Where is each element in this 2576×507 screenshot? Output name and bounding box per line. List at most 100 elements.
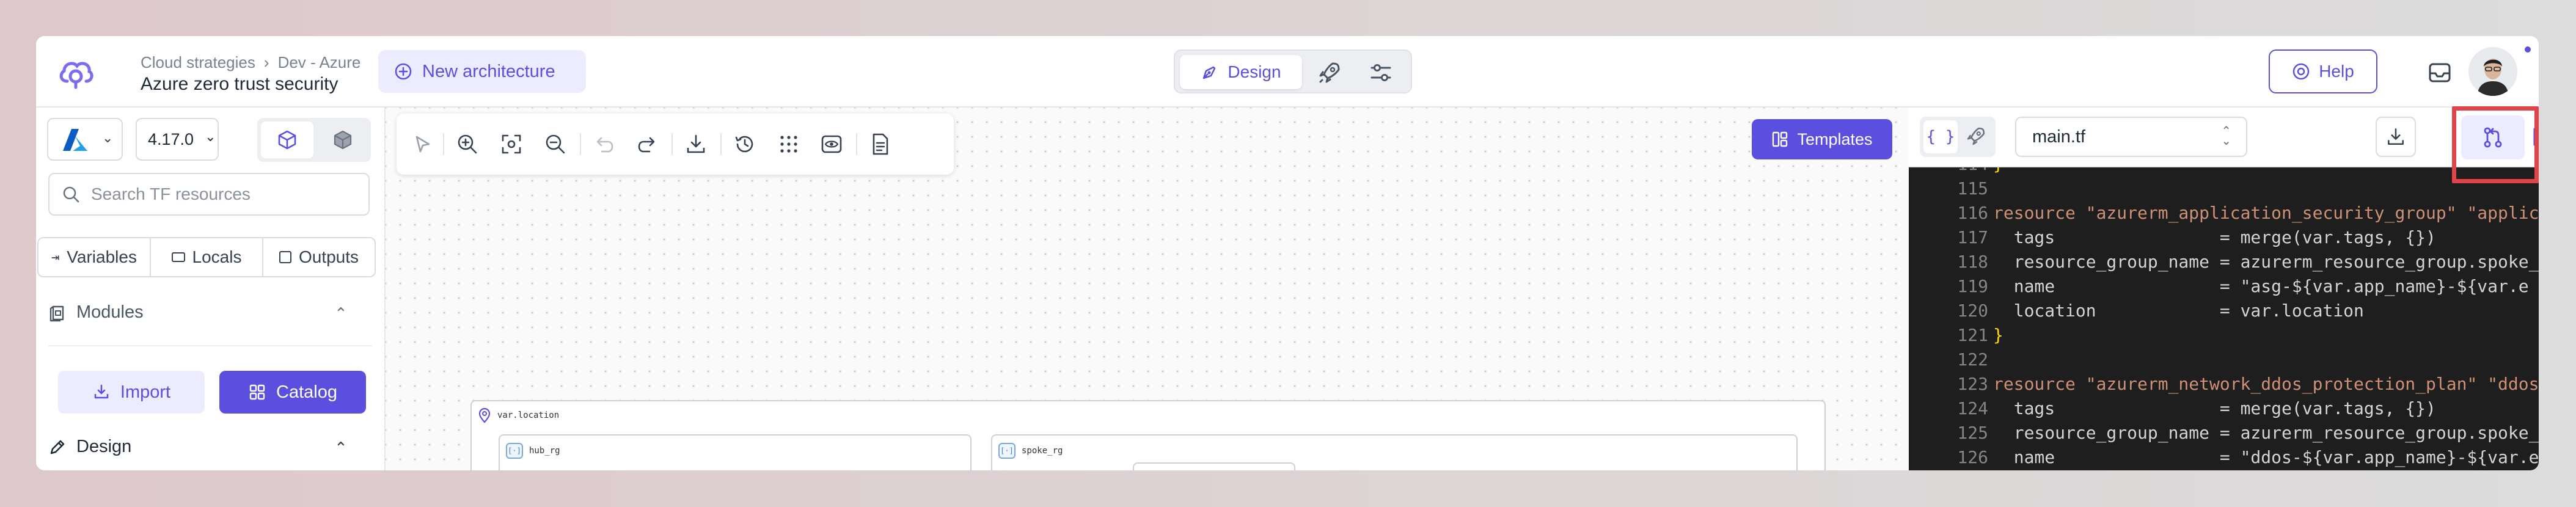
rocket-icon[interactable] (1965, 125, 1987, 150)
location-group-node[interactable]: var.location [·] hub_rg [·] spoke_rg (470, 400, 1826, 470)
diagram-canvas[interactable]: Templates var.location [·] hub_rg [·] sp… (386, 108, 1909, 470)
provider-select[interactable]: ⌄ (47, 118, 123, 161)
resource-group-name: spoke_rg (1022, 446, 1063, 456)
import-icon (94, 384, 109, 399)
settings-sliders-icon[interactable] (1368, 60, 1394, 86)
chevron-up-icon[interactable]: ⌄ (334, 437, 348, 456)
breadcrumb-item[interactable]: Cloud strategies (141, 53, 255, 72)
modules-section-header[interactable]: Modules (48, 302, 144, 323)
templates-button[interactable]: Templates (1752, 119, 1892, 159)
grid-icon (249, 384, 265, 400)
code-braces-icon[interactable]: { } (1923, 120, 1958, 153)
zoom-out-icon[interactable] (543, 132, 568, 156)
cube-solid-button[interactable] (318, 122, 367, 158)
line-number: 125 (1957, 423, 1988, 443)
redo-icon[interactable] (635, 132, 659, 156)
tab-outputs-label: Outputs (298, 247, 359, 266)
app-logo-icon[interactable] (57, 54, 95, 90)
toolbar-divider (443, 133, 444, 155)
resource-group-icon: [·] (998, 443, 1015, 459)
catalog-button[interactable]: Catalog (219, 371, 366, 414)
new-architecture-button[interactable]: New architecture (378, 50, 586, 93)
canvas-toolbar (397, 114, 954, 175)
fit-view-icon[interactable] (499, 132, 524, 156)
pen-tool-icon (1203, 66, 1216, 79)
code-editor[interactable]: 114 } 115 116 resource "azurerm_applicat… (1909, 167, 2539, 470)
eye-icon[interactable] (819, 132, 844, 156)
help-button[interactable]: Help (2269, 49, 2377, 93)
tab-locals-label: Locals (192, 247, 242, 266)
plus-circle-icon (395, 63, 412, 80)
project-title: Azure zero trust security (141, 74, 338, 94)
locals-icon (171, 252, 185, 262)
resource-group-label: [·] spoke_rg (998, 443, 1063, 459)
modules-label: Modules (76, 302, 144, 322)
history-icon[interactable] (733, 132, 757, 156)
resource-group-node[interactable]: [·] spoke_rg (991, 434, 1798, 470)
notification-dot (2523, 45, 2533, 54)
templates-label: Templates (1797, 129, 1873, 148)
modules-icon (49, 305, 64, 321)
variables-tabs: ⇥ Variables Locals Outputs (37, 237, 376, 277)
file-name: main.tf (2032, 126, 2086, 147)
tab-outputs[interactable]: Outputs (263, 238, 375, 276)
toolbar-divider (720, 133, 722, 155)
document-icon[interactable] (868, 132, 893, 156)
resource-group-node[interactable]: [·] hub_rg (499, 434, 971, 470)
divider (48, 345, 372, 346)
line-number: 116 (1957, 203, 1988, 223)
outputs-icon (279, 251, 291, 263)
download-icon[interactable] (684, 132, 708, 156)
cube-icon (278, 130, 296, 150)
help-label: Help (2319, 62, 2354, 81)
inbox-icon[interactable] (2426, 59, 2454, 87)
avatar[interactable] (2468, 47, 2517, 96)
search-input[interactable]: Search TF resources (48, 173, 370, 216)
file-select[interactable]: main.tf ⌃ ⌄ (2015, 117, 2247, 157)
version-select[interactable]: 4.17.0 ⌄ (136, 118, 219, 161)
resource-group-name: hub_rg (529, 446, 560, 456)
code-line: tags = merge(var.tags, {}) (1993, 398, 2436, 418)
download-code-button[interactable] (2376, 117, 2416, 157)
select-pointer-icon[interactable] (410, 132, 434, 156)
undo-icon[interactable] (592, 132, 617, 156)
line-number: 123 (1957, 374, 1988, 394)
chevron-up-icon[interactable]: ⌄ (334, 303, 348, 322)
resource-node[interactable] (1133, 462, 1295, 470)
breadcrumb: Cloud strategies › Dev - Azure (141, 53, 360, 72)
toolbar-divider (580, 133, 581, 155)
toolbar-divider (671, 133, 673, 155)
design-section-header[interactable]: Design (48, 437, 131, 457)
grid-dots-icon[interactable] (777, 132, 801, 156)
location-group-label: var.location (478, 407, 559, 423)
mode-switcher: Design (1174, 49, 1412, 93)
mode-design-label: Design (1228, 62, 1281, 81)
resource-group-label: [·] hub_rg (506, 443, 560, 459)
version-label: 4.17.0 (148, 129, 194, 148)
zoom-in-icon[interactable] (455, 132, 480, 156)
cube-filled-icon (334, 130, 352, 150)
tab-variables[interactable]: ⇥ Variables (38, 238, 151, 276)
breadcrumb-item[interactable]: Dev - Azure (278, 53, 361, 72)
code-line: location = var.location (1993, 301, 2364, 321)
line-number: 115 (1957, 178, 1988, 199)
code-view-toggle: { } (1920, 117, 1996, 157)
code-line: resource "azurerm_network_ddos_protectio… (1993, 374, 2539, 394)
rocket-icon[interactable] (1317, 60, 1342, 86)
line-number: 126 (1957, 447, 1988, 467)
download-icon (2388, 128, 2404, 145)
code-line: } (1993, 325, 2003, 345)
line-number: 121 (1957, 325, 1988, 345)
toolbar-divider (856, 133, 857, 155)
tab-locals[interactable]: Locals (151, 238, 263, 276)
chevron-right-icon: › (263, 53, 269, 71)
code-line: } (1993, 167, 2003, 174)
cube-outline-button[interactable] (261, 122, 313, 158)
code-line: resource_group_name = azurerm_resource_g… (1993, 423, 2539, 443)
mode-design-tab[interactable]: Design (1180, 55, 1302, 89)
import-button[interactable]: Import (58, 371, 205, 414)
top-bar: Cloud strategies › Dev - Azure Azure zer… (36, 36, 2539, 108)
line-number: 122 (1957, 349, 1988, 370)
resource-group-icon: [·] (506, 443, 523, 459)
line-number: 120 (1957, 301, 1988, 321)
